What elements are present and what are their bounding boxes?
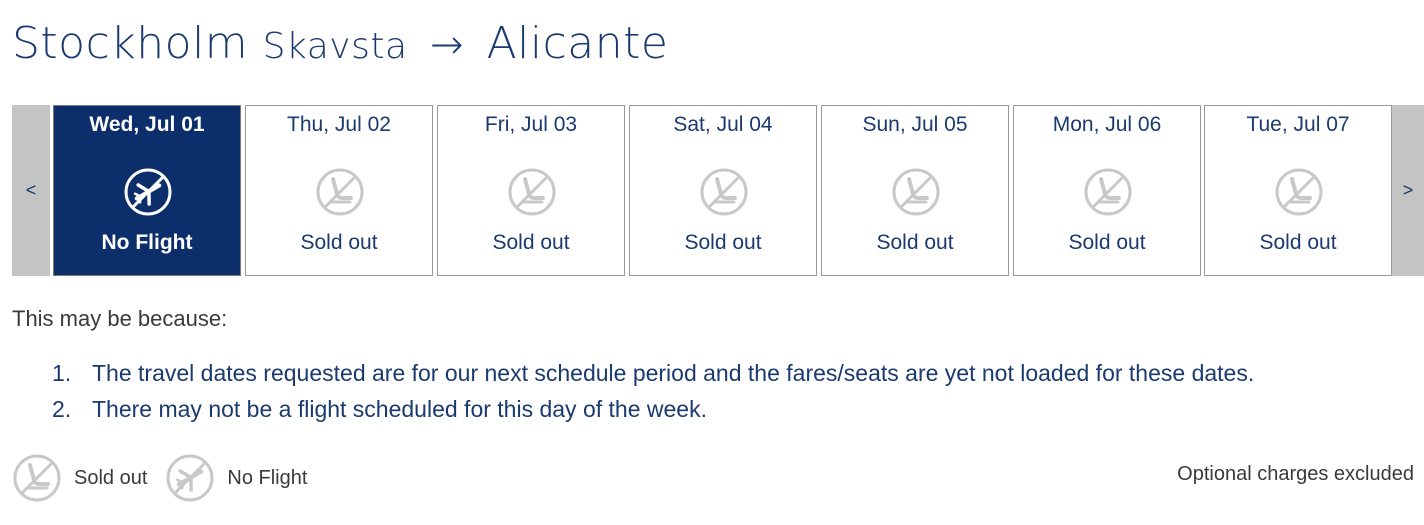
destination-city: Alicante xyxy=(486,18,669,69)
day-date: Sun, Jul 05 xyxy=(862,113,968,136)
day-status: Sold out xyxy=(684,231,762,254)
origin-airport: Skavsta xyxy=(262,26,408,67)
day-date: Mon, Jul 06 xyxy=(1052,113,1162,136)
previous-dates-button[interactable]: < xyxy=(12,105,50,276)
sold-out-seat-icon xyxy=(699,167,749,217)
sold-out-seat-icon xyxy=(1083,167,1133,217)
reason-number: 1. xyxy=(52,360,72,386)
origin-city: Stockholm xyxy=(12,18,249,69)
route-arrow: → xyxy=(430,22,465,68)
legend-sold-out-label: Sold out xyxy=(74,466,148,489)
sold-out-seat-icon xyxy=(315,167,365,217)
day-status: Sold out xyxy=(876,231,954,254)
sold-out-seat-icon xyxy=(1274,167,1324,217)
reason-text: The travel dates requested are for our n… xyxy=(92,360,1255,386)
sold-out-seat-icon xyxy=(891,167,941,217)
reason-number: 2. xyxy=(52,396,72,422)
day-cell-0[interactable]: Wed, Jul 01 No Flight xyxy=(53,105,241,276)
day-date: Fri, Jul 03 xyxy=(484,113,578,136)
no-flight-icon xyxy=(165,453,215,503)
day-cell-4[interactable]: Sun, Jul 05 Sold out xyxy=(821,105,1009,276)
reason-item: 1. The travel dates requested are for our… xyxy=(52,360,1254,396)
date-selector: < Wed, Jul 01 No Flight Thu, Jul 02 Sold… xyxy=(12,105,1424,276)
day-cell-5[interactable]: Mon, Jul 06 Sold out xyxy=(1013,105,1201,276)
day-date: Sat, Jul 04 xyxy=(673,113,773,136)
day-status: Sold out xyxy=(300,231,378,254)
day-status: No Flight xyxy=(101,231,193,254)
sold-out-seat-icon xyxy=(507,167,557,217)
reason-text: There may not be a flight scheduled for … xyxy=(92,396,707,422)
day-date: Wed, Jul 01 xyxy=(89,113,205,136)
route-title: Stockholm Skavsta → Alicante xyxy=(12,18,668,69)
day-cell-2[interactable]: Fri, Jul 03 Sold out xyxy=(437,105,625,276)
day-cell-6[interactable]: Tue, Jul 07 Sold out xyxy=(1204,105,1392,276)
legend-no-flight-label: No Flight xyxy=(227,466,308,489)
reason-list: 1. The travel dates requested are for our… xyxy=(52,360,1254,432)
no-flight-icon xyxy=(123,167,173,217)
reason-intro: This may be because: xyxy=(12,306,228,331)
day-date: Thu, Jul 02 xyxy=(287,113,391,136)
legend: Sold out No Flight xyxy=(12,452,325,504)
day-cell-1[interactable]: Thu, Jul 02 Sold out xyxy=(245,105,433,276)
day-cell-3[interactable]: Sat, Jul 04 Sold out xyxy=(629,105,817,276)
reason-item: 2. There may not be a flight scheduled fo… xyxy=(52,396,1254,432)
next-dates-button[interactable]: > xyxy=(1392,105,1424,276)
sold-out-seat-icon xyxy=(12,453,62,503)
day-date: Tue, Jul 07 xyxy=(1246,113,1350,136)
day-status: Sold out xyxy=(492,231,570,254)
day-status: Sold out xyxy=(1259,231,1337,254)
day-status: Sold out xyxy=(1068,231,1146,254)
optional-charges-note: Optional charges excluded xyxy=(1177,463,1414,485)
